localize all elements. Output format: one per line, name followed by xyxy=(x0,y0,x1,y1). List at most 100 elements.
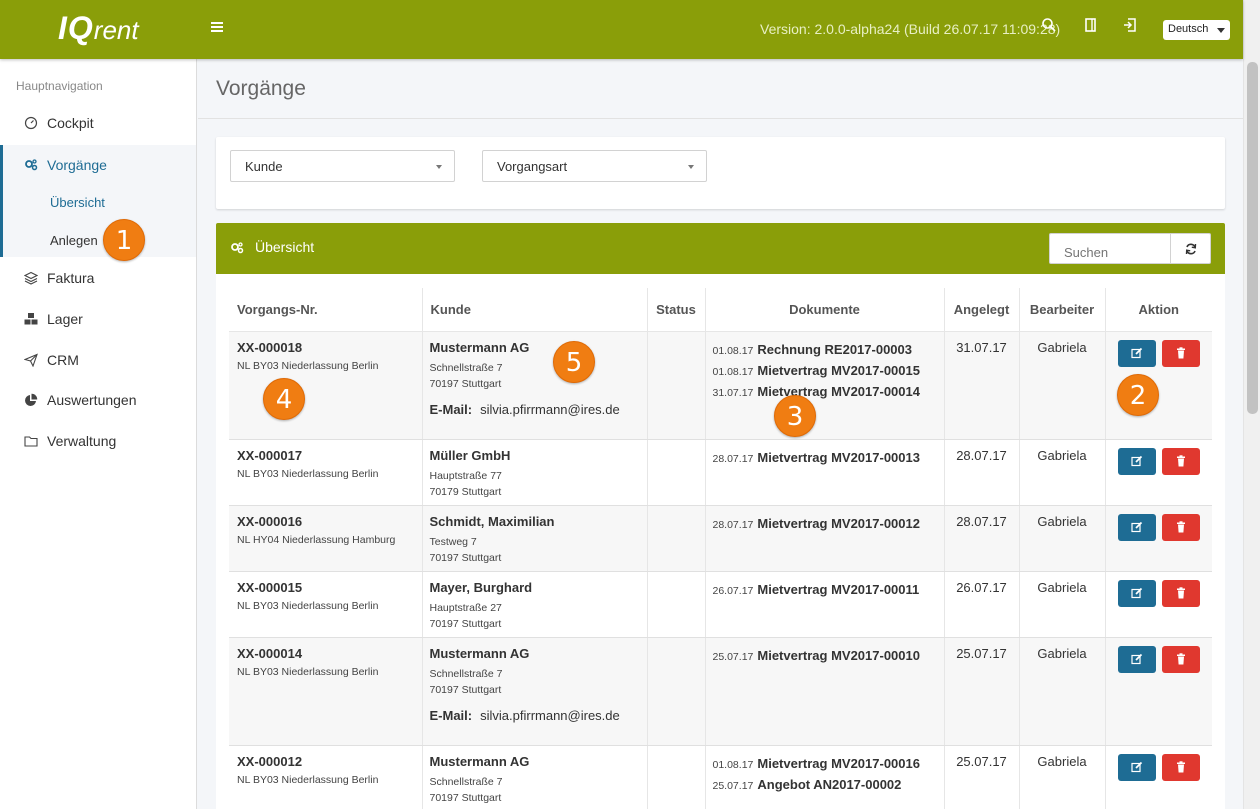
document-name[interactable]: Rechnung RE2017-00003 xyxy=(757,342,912,357)
edit-button[interactable] xyxy=(1117,447,1156,475)
document-entry[interactable]: 01.08.17 Rechnung RE2017-00003 xyxy=(713,340,944,361)
sidebar-item-cockpit[interactable]: Cockpit xyxy=(0,103,196,143)
delete-button[interactable] xyxy=(1161,753,1200,781)
branch-name: NL BY03 Niederlassung Berlin xyxy=(237,599,379,612)
document-date: 25.07.17 xyxy=(712,779,754,792)
vorgang-number[interactable]: XX-000015 xyxy=(237,580,422,595)
table-row[interactable]: XX-000015 NL BY03 Niederlassung Berlin Ma… xyxy=(229,571,1212,638)
document-name[interactable]: Angebot AN2017-00002 xyxy=(757,777,901,792)
customer-street: Hauptstraße 27 xyxy=(429,601,502,614)
logo-main: IQ xyxy=(58,10,94,46)
refresh-button[interactable] xyxy=(1170,233,1211,264)
document-name[interactable]: Mietvertrag MV2017-00016 xyxy=(757,756,920,771)
customer-name[interactable]: Mustermann AG xyxy=(430,340,647,355)
document-entry[interactable]: 01.08.17 Mietvertrag MV2017-00015 xyxy=(713,361,944,382)
vorgang-number[interactable]: XX-000012 xyxy=(237,754,422,769)
document-name[interactable]: Mietvertrag MV2017-00014 xyxy=(757,384,920,399)
edit-button[interactable] xyxy=(1117,513,1156,541)
app-logo[interactable]: IQrent xyxy=(58,10,139,47)
table-row[interactable]: XX-000012 NL BY03 Niederlassung Berlin Mu… xyxy=(229,745,1212,809)
customer-email[interactable]: silvia.pfirrmann@ires.de xyxy=(480,708,620,723)
document-name[interactable]: Mietvertrag MV2017-00013 xyxy=(757,450,920,465)
logout-icon[interactable] xyxy=(1122,17,1144,39)
customer-city: 70197 Stuttgart xyxy=(429,377,502,390)
customer-filter-select[interactable]: Kunde xyxy=(230,150,455,182)
document-entry[interactable]: 01.08.17 Mietvertrag MV2017-00016 xyxy=(713,754,944,775)
status-cell xyxy=(647,745,706,809)
editor-name: Gabriela xyxy=(1019,637,1106,746)
vorgang-number[interactable]: XX-000016 xyxy=(237,514,422,529)
edit-button[interactable] xyxy=(1117,579,1156,607)
document-entry[interactable]: 31.07.17 Mietvertrag MV2017-00014 xyxy=(713,382,944,403)
search-input[interactable] xyxy=(1049,233,1171,264)
sidebar-item-auswertungen[interactable]: Auswertungen xyxy=(0,380,196,420)
table-row[interactable]: XX-000017 NL BY03 Niederlassung Berlin Mü… xyxy=(229,439,1212,506)
delete-button[interactable] xyxy=(1161,447,1200,475)
delete-button[interactable] xyxy=(1161,645,1200,673)
gauge-icon xyxy=(24,116,38,130)
column-header[interactable]: Kunde xyxy=(422,288,648,332)
trash-icon xyxy=(1176,586,1185,598)
column-header[interactable]: Status xyxy=(647,288,706,332)
document-name[interactable]: Mietvertrag MV2017-00010 xyxy=(757,648,920,663)
vorgang-number[interactable]: XX-000017 xyxy=(237,448,422,463)
table-row[interactable]: XX-000016 NL HY04 Niederlassung Hamburg S… xyxy=(229,505,1212,572)
document-name[interactable]: Mietvertrag MV2017-00011 xyxy=(757,582,919,597)
editor-name: Gabriela xyxy=(1019,439,1106,506)
table-row[interactable]: XX-000014 NL BY03 Niederlassung Berlin Mu… xyxy=(229,637,1212,746)
delete-button[interactable] xyxy=(1161,339,1200,367)
column-header[interactable]: Angelegt xyxy=(944,288,1020,332)
customer-name[interactable]: Müller GmbH xyxy=(430,448,647,463)
document-entry[interactable]: 25.07.17 Angebot AN2017-00002 xyxy=(713,775,944,796)
vorgang-number[interactable]: XX-000014 xyxy=(237,646,422,661)
language-label: Deutsch xyxy=(1168,23,1209,35)
top-header: IQrent Version: 2.0.0-alpha24 (Build 26.… xyxy=(0,0,1243,59)
sidebar-subitem-anlegen[interactable]: Anlegen xyxy=(50,233,98,248)
vorgang-number[interactable]: XX-000018 xyxy=(237,340,422,355)
column-header[interactable]: Bearbeiter xyxy=(1019,288,1106,332)
sidebar-item-lager[interactable]: Lager xyxy=(0,299,196,339)
language-select[interactable]: Deutsch xyxy=(1163,20,1230,40)
customer-name[interactable]: Schmidt, Maximilian xyxy=(430,514,647,529)
sidebar-item-label: Vorgänge xyxy=(47,157,107,173)
branch-name: NL BY03 Niederlassung Berlin xyxy=(237,773,379,786)
edit-button[interactable] xyxy=(1117,339,1156,367)
sidebar-item-verwaltung[interactable]: Verwaltung xyxy=(0,421,196,461)
sidebar-item-vorgaenge[interactable]: Vorgänge xyxy=(0,145,196,185)
document-name[interactable]: Mietvertrag MV2017-00015 xyxy=(757,363,920,378)
page-scrollbar[interactable] xyxy=(1243,0,1260,809)
created-date: 28.07.17 xyxy=(944,505,1020,572)
customer-name[interactable]: Mayer, Burghard xyxy=(430,580,647,595)
edit-button[interactable] xyxy=(1117,753,1156,781)
sidebar-item-faktura[interactable]: Faktura xyxy=(0,258,196,298)
customer-name[interactable]: Mustermann AG xyxy=(430,754,647,769)
document-entry[interactable]: 28.07.17 Mietvertrag MV2017-00013 xyxy=(713,448,944,469)
edit-button[interactable] xyxy=(1117,645,1156,673)
document-entry[interactable]: 26.07.17 Mietvertrag MV2017-00011 xyxy=(713,580,944,601)
trash-icon xyxy=(1176,454,1185,466)
search-icon[interactable] xyxy=(1041,17,1063,39)
edit-icon xyxy=(1131,653,1143,664)
document-entry[interactable]: 28.07.17 Mietvertrag MV2017-00012 xyxy=(713,514,944,535)
vorgaenge-table: Vorgangs-Nr. Kunde Status Dokumente Ange… xyxy=(229,288,1212,809)
column-header[interactable]: Vorgangs-Nr. xyxy=(229,288,423,332)
bookmark-icon[interactable] xyxy=(1084,17,1106,39)
customer-name[interactable]: Mustermann AG xyxy=(430,646,647,661)
table-row[interactable]: XX-000018 NL BY03 Niederlassung Berlin Mu… xyxy=(229,331,1212,440)
editor-name: Gabriela xyxy=(1019,745,1106,809)
customer-email[interactable]: silvia.pfirrmann@ires.de xyxy=(480,402,620,417)
type-filter-select[interactable]: Vorgangsart xyxy=(482,150,707,182)
sidebar-subitem-uebersicht[interactable]: Übersicht xyxy=(50,195,105,210)
scrollbar-thumb[interactable] xyxy=(1247,62,1258,414)
delete-button[interactable] xyxy=(1161,579,1200,607)
document-entry[interactable]: 25.07.17 Mietvertrag MV2017-00010 xyxy=(713,646,944,667)
column-header[interactable]: Dokumente xyxy=(705,288,945,332)
status-cell xyxy=(647,331,706,440)
sidebar-item-crm[interactable]: CRM xyxy=(0,340,196,380)
delete-button[interactable] xyxy=(1161,513,1200,541)
created-date: 28.07.17 xyxy=(944,439,1020,506)
trash-icon xyxy=(1176,760,1185,772)
menu-icon[interactable] xyxy=(211,22,223,34)
edit-icon xyxy=(1131,347,1143,358)
document-name[interactable]: Mietvertrag MV2017-00012 xyxy=(757,516,920,531)
